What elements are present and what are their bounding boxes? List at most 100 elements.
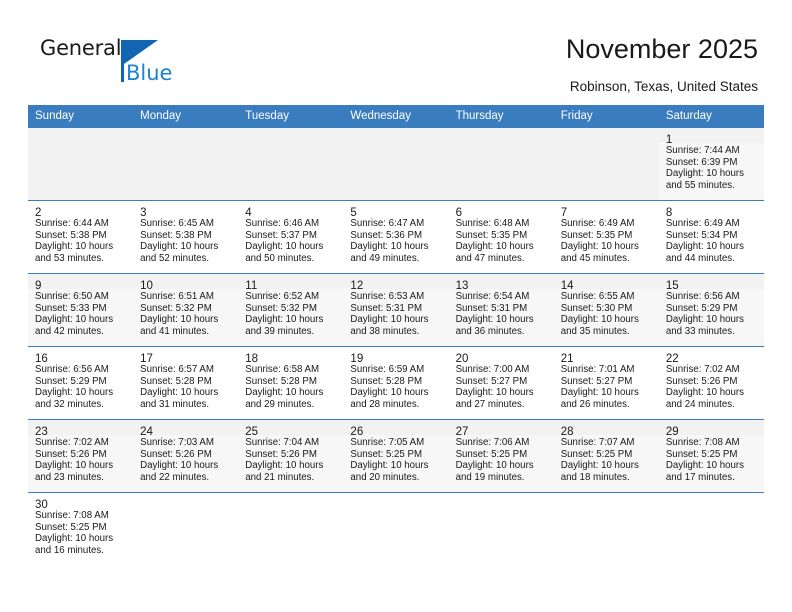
calendar-cell-inner: 8 Sunrise: 6:49 AM Sunset: 5:34 PM Daylight… [659,201,764,273]
page-location: Robinson, Texas, United States [569,79,758,94]
calendar-cell-inner: 27 Sunrise: 7:06 AM Sunset: 5:25 PM Dayligh… [448,420,554,492]
day-number-band: 12 [343,274,449,292]
day-info-sunrise: Sunrise: 7:44 AM [665,145,740,156]
calendar-cell-inner: 29 Sunrise: 7:08 AM Sunset: 5:25 PM Dayligh… [658,420,764,492]
calendar-cell-empty [238,492,344,565]
day-info-daylight-line1: Daylight: 10 hours [35,460,114,472]
calendar-cell-empty [343,127,449,201]
calendar-day-cell[interactable]: 30 Sunrise: 7:08 AM Sunset: 5:25 PM Dayligh… [28,492,134,565]
calendar-cell-inner: 2 Sunrise: 6:44 AM Sunset: 5:38 PM Daylight… [28,201,133,273]
calendar-week-row: 30 Sunrise: 7:08 AM Sunset: 5:25 PM Dayligh… [28,492,764,565]
calendar-cell-inner [658,493,764,565]
calendar-day-cell[interactable]: 16 Sunrise: 6:56 AM Sunset: 5:29 PM Dayligh… [28,346,134,420]
day-sun-info: Sunrise: 6:49 AM Sunset: 5:34 PM Daylight:… [659,216,764,264]
day-info-sunset: Sunset: 5:25 PM [455,448,528,460]
logo-text-general: General [40,36,122,60]
day-info-daylight-line1: Daylight: 10 hours [560,241,639,253]
calendar-cell-inner [553,128,659,200]
day-number-band: 4 [238,201,343,219]
calendar-day-cell[interactable]: 19 Sunrise: 6:59 AM Sunset: 5:28 PM Dayligh… [343,346,449,420]
calendar-day-cell[interactable]: 29 Sunrise: 7:08 AM Sunset: 5:25 PM Dayligh… [658,419,764,493]
day-number-band: 30 [28,493,133,511]
calendar-cell-inner [238,128,344,200]
calendar-day-cell[interactable]: 18 Sunrise: 6:58 AM Sunset: 5:28 PM Dayligh… [238,346,344,420]
day-info-sunset: Sunset: 5:25 PM [665,448,738,460]
calendar-day-cell[interactable]: 6 Sunrise: 6:48 AM Sunset: 5:35 PM Daylight… [448,200,554,274]
day-info-sunset: Sunset: 5:35 PM [455,229,528,241]
day-info-daylight-line1: Daylight: 10 hours [455,460,534,472]
day-info-sunset: Sunset: 5:25 PM [350,448,423,460]
calendar-day-cell[interactable]: 28 Sunrise: 7:07 AM Sunset: 5:25 PM Dayligh… [553,419,659,493]
day-info-sunrise: Sunrise: 6:58 AM [245,364,320,375]
day-info-sunset: Sunset: 5:34 PM [665,229,738,241]
day-info-sunset: Sunset: 5:38 PM [35,229,107,241]
day-sun-info: Sunrise: 7:02 AM Sunset: 5:26 PM Daylight:… [28,435,133,483]
calendar-page: General Blue November 2025 Robinson, Tex… [0,0,792,612]
calendar-day-cell[interactable]: 22 Sunrise: 7:02 AM Sunset: 5:26 PM Dayligh… [658,346,764,420]
calendar-cell-inner: 4 Sunrise: 6:46 AM Sunset: 5:37 PM Daylight… [238,201,343,273]
day-info-daylight-line2: and 16 minutes. [35,544,104,556]
calendar-cell-empty [238,127,344,201]
calendar-day-cell[interactable]: 4 Sunrise: 6:46 AM Sunset: 5:37 PM Daylight… [238,200,344,274]
calendar-day-cell[interactable]: 7 Sunrise: 6:49 AM Sunset: 5:35 PM Daylight… [553,200,659,274]
calendar-day-cell[interactable]: 12 Sunrise: 6:53 AM Sunset: 5:31 PM Dayligh… [343,273,449,347]
day-info-sunrise: Sunrise: 6:46 AM [245,218,320,229]
day-sun-info: Sunrise: 6:52 AM Sunset: 5:32 PM Daylight:… [238,289,343,337]
calendar-day-cell[interactable]: 24 Sunrise: 7:03 AM Sunset: 5:26 PM Dayligh… [133,419,239,493]
day-info-daylight-line2: and 20 minutes. [350,471,420,483]
calendar-day-cell[interactable]: 17 Sunrise: 6:57 AM Sunset: 5:28 PM Dayligh… [133,346,239,420]
calendar-cell-empty [28,127,134,201]
day-info-daylight-line2: and 39 minutes. [245,325,315,337]
day-info-daylight-line1: Daylight: 10 hours [455,387,534,399]
calendar-week-row: 23 Sunrise: 7:02 AM Sunset: 5:26 PM Dayligh… [28,419,764,493]
general-blue-logo[interactable]: General Blue [40,36,172,90]
calendar-day-cell[interactable]: 27 Sunrise: 7:06 AM Sunset: 5:25 PM Dayligh… [448,419,554,493]
calendar-day-cell[interactable]: 15 Sunrise: 6:56 AM Sunset: 5:29 PM Dayligh… [658,273,764,347]
day-info-daylight-line2: and 42 minutes. [35,325,104,337]
day-info-sunset: Sunset: 5:28 PM [140,375,212,387]
calendar-day-cell[interactable]: 9 Sunrise: 6:50 AM Sunset: 5:33 PM Daylight… [28,273,134,347]
day-info-sunrise: Sunrise: 6:57 AM [140,364,214,375]
calendar-day-cell[interactable]: 11 Sunrise: 6:52 AM Sunset: 5:32 PM Dayligh… [238,273,344,347]
calendar-day-cell[interactable]: 13 Sunrise: 6:54 AM Sunset: 5:31 PM Dayligh… [448,273,554,347]
day-sun-info: Sunrise: 6:53 AM Sunset: 5:31 PM Daylight:… [343,289,448,337]
calendar-day-cell[interactable]: 5 Sunrise: 6:47 AM Sunset: 5:36 PM Daylight… [343,200,449,274]
day-number-band: 25 [238,420,344,438]
day-info-daylight-line2: and 41 minutes. [140,325,210,337]
day-number-band: 10 [133,274,239,292]
calendar-day-cell[interactable]: 26 Sunrise: 7:05 AM Sunset: 5:25 PM Dayligh… [343,419,449,493]
day-info-sunset: Sunset: 5:30 PM [560,302,633,314]
day-info-daylight-line2: and 26 minutes. [560,398,630,410]
day-sun-info: Sunrise: 7:04 AM Sunset: 5:26 PM Daylight:… [238,435,343,483]
calendar-day-cell[interactable]: 25 Sunrise: 7:04 AM Sunset: 5:26 PM Dayligh… [238,419,344,493]
calendar-cell-inner: 16 Sunrise: 6:56 AM Sunset: 5:29 PM Dayligh… [28,347,133,419]
day-number-band: 7 [554,201,659,219]
day-info-daylight-line2: and 27 minutes. [455,398,525,410]
calendar-day-cell[interactable]: 23 Sunrise: 7:02 AM Sunset: 5:26 PM Dayligh… [28,419,134,493]
calendar-cell-inner: 28 Sunrise: 7:07 AM Sunset: 5:25 PM Dayligh… [553,420,659,492]
day-sun-info: Sunrise: 6:56 AM Sunset: 5:29 PM Daylight:… [659,289,764,337]
day-info-daylight-line2: and 49 minutes. [350,252,420,264]
calendar-day-cell[interactable]: 20 Sunrise: 7:00 AM Sunset: 5:27 PM Dayligh… [448,346,554,420]
day-info-sunrise: Sunrise: 7:07 AM [560,437,635,448]
day-info-daylight-line2: and 53 minutes. [35,252,104,264]
day-info-sunset: Sunset: 5:26 PM [245,448,317,460]
day-number-band: 11 [238,274,344,292]
day-info-daylight-line2: and 38 minutes. [350,325,420,337]
day-info-daylight-line1: Daylight: 10 hours [350,460,429,472]
calendar-day-cell[interactable]: 2 Sunrise: 6:44 AM Sunset: 5:38 PM Daylight… [28,200,134,274]
day-info-sunrise: Sunrise: 7:08 AM [665,437,740,448]
day-number-band: 15 [658,274,764,292]
day-number-band: 16 [28,347,133,365]
day-sun-info: Sunrise: 6:48 AM Sunset: 5:35 PM Daylight:… [449,216,554,264]
calendar-cell-inner: 7 Sunrise: 6:49 AM Sunset: 5:35 PM Daylight… [554,201,659,273]
calendar-day-cell[interactable]: 8 Sunrise: 6:49 AM Sunset: 5:34 PM Daylight… [658,200,764,274]
calendar-day-cell[interactable]: 10 Sunrise: 6:51 AM Sunset: 5:32 PM Dayligh… [133,273,239,347]
calendar-day-cell[interactable]: 21 Sunrise: 7:01 AM Sunset: 5:27 PM Dayligh… [553,346,659,420]
day-info-sunset: Sunset: 5:27 PM [455,375,528,387]
calendar-day-cell[interactable]: 3 Sunrise: 6:45 AM Sunset: 5:38 PM Daylight… [133,200,239,274]
calendar-day-cell[interactable]: 1 Sunrise: 7:44 AM Sunset: 6:39 PM Daylight… [658,127,764,201]
day-info-sunrise: Sunrise: 7:06 AM [455,437,530,448]
calendar-day-cell[interactable]: 14 Sunrise: 6:55 AM Sunset: 5:30 PM Dayligh… [553,273,659,347]
day-info-daylight-line2: and 45 minutes. [560,252,630,264]
